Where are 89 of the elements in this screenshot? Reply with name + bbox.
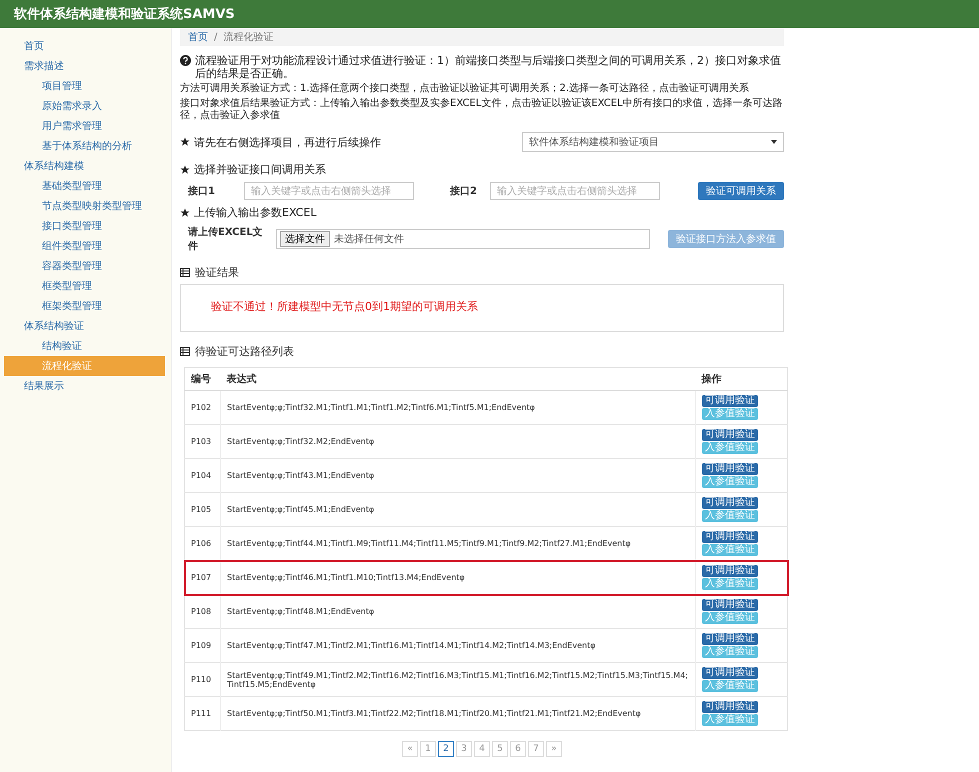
instruction-text: 方法可调用关系验证方式：1.选择任意两个接口类型，点击验证以验证其可调用关系；2.选择一条可达路径，点击验证可调用关系	[180, 83, 750, 95]
table-cell: StartEventφ;φ;Tintf48.M1;EndEventφ	[220, 594, 696, 628]
table-cell: StartEventφ;φ;Tintf46.M1;Tintf1.M10;Tintf13.M4;EndEventφ	[220, 560, 696, 594]
project-select[interactable]: 软件体系结构建模和验证项目	[522, 132, 784, 152]
page-link[interactable]: 6	[510, 741, 526, 757]
row-action-button[interactable]: 可调用验证	[702, 565, 758, 577]
sidebar-item[interactable]: 首页	[4, 36, 171, 56]
field-label: 请上传EXCEL文件	[186, 226, 264, 253]
instruction-text: 接口对象求值后结果验证方式：上传输入输出参数类型及实参EXCEL文件，点击验证以验证该EXCEL中所有接口的求值，选择一条可达路径，点击验证入参求值	[180, 98, 784, 122]
step-label: 上传输入输出参数EXCEL	[194, 205, 316, 220]
row-action-button[interactable]: 可调用验证	[702, 599, 758, 611]
sidebar-item[interactable]: 项目管理	[4, 76, 171, 96]
table-cell: P107	[184, 560, 220, 594]
sidebar-item[interactable]: 框架类型管理	[4, 296, 171, 316]
sidebar-item[interactable]: 基于体系结构的分析	[4, 136, 171, 156]
column-header: 编号	[184, 368, 220, 390]
row-action-button[interactable]: 可调用验证	[702, 497, 758, 509]
table-cell: StartEventφ;φ;Tintf44.M1;Tintf1.M9;Tintf11.M4;Tintf11.M5;Tintf9.M1;Tintf9.M2;Tintf27.M1;EndEventφ	[220, 526, 696, 560]
sidebar-item[interactable]: 原始需求录入	[4, 96, 171, 116]
sidebar-item[interactable]: 基础类型管理	[4, 176, 171, 196]
table-cell: StartEventφ;φ;Tintf32.M2;EndEventφ	[220, 424, 696, 458]
section-title: 验证结果	[195, 265, 239, 280]
file-status: 未选择任何文件	[334, 232, 404, 246]
table-cell: StartEventφ;φ;Tintf43.M1;EndEventφ	[220, 458, 696, 492]
row-action-button[interactable]: 可调用验证	[702, 531, 758, 543]
row-action-button[interactable]: 可调用验证	[702, 701, 758, 713]
row-action-button[interactable]: 可调用验证	[702, 429, 758, 441]
sidebar-item[interactable]: 组件类型管理	[4, 236, 171, 256]
star-icon	[180, 137, 190, 147]
table-cell: P105	[184, 492, 220, 526]
row-action-button[interactable]: 可调用验证	[702, 463, 758, 475]
table-cell: P104	[184, 458, 220, 492]
intro-text: 流程验证用于对功能流程设计通过求值进行验证：1）前端接口类型与后端接口类型之间的可调用关系，2）接口对象求值后的结果是否正确。	[195, 54, 782, 80]
table-cell: StartEventφ;φ;Tintf49.M1;Tintf2.M2;Tintf16.M2;Tintf16.M3;Tintf15.M1;Tintf16.M2;Tintf15.M2;Tintf15.M3;Tintf15.M4;Tintf15.M5;EndEventφ	[220, 662, 696, 696]
table-cell: P106	[184, 526, 220, 560]
page-link[interactable]: 5	[492, 741, 508, 757]
choose-file-button[interactable]: 选择文件	[280, 231, 330, 247]
question-icon	[180, 55, 191, 66]
list-icon	[180, 268, 190, 277]
dropdown-caret-icon	[771, 140, 777, 144]
sidebar-item[interactable]: 结果展示	[4, 376, 171, 396]
row-action-button[interactable]: 可调用验证	[702, 667, 758, 679]
sidebar-item[interactable]: 框类型管理	[4, 276, 171, 296]
page-link[interactable]: 1	[420, 741, 436, 757]
section-title: 待验证可达路径列表	[195, 344, 294, 359]
table-cell: StartEventφ;φ;Tintf47.M1;Tintf2.M1;Tintf16.M1;Tintf14.M1;Tintf14.M2;Tintf14.M3;EndEventφ	[220, 628, 696, 662]
field-label: 接口1	[186, 184, 216, 198]
field-label: 接口2	[448, 184, 478, 198]
row-action-button[interactable]: 可调用验证	[702, 633, 758, 645]
star-icon	[180, 164, 190, 174]
page-link[interactable]: »	[546, 741, 562, 757]
breadcrumb-link[interactable]: 首页	[188, 30, 208, 44]
file-field[interactable]: 选择文件 未选择任何文件	[276, 229, 650, 249]
table-cell: P102	[184, 390, 220, 424]
page-link[interactable]: 2	[438, 741, 454, 757]
breadcrumb-current: 流程化验证	[223, 30, 274, 44]
column-header: 操作	[696, 368, 788, 390]
step-label: 选择并验证接口间调用关系	[194, 162, 326, 177]
table-cell: P108	[184, 594, 220, 628]
sidebar-item[interactable]: 结构验证	[4, 336, 171, 356]
table-cell: P109	[184, 628, 220, 662]
sidebar-item[interactable]: 需求描述	[4, 56, 171, 76]
table-cell: P111	[184, 696, 220, 730]
star-icon	[180, 208, 190, 218]
input-field[interactable]: 输入关键字或点击右侧箭头选择	[244, 182, 414, 200]
page-link[interactable]: 7	[528, 741, 544, 757]
sidebar-item[interactable]: 体系结构建模	[4, 156, 171, 176]
sidebar-item[interactable]: 用户需求管理	[4, 116, 171, 136]
result-message: 验证不通过！所建模型中无节点0到1期望的可调用关系	[211, 300, 478, 313]
table-cell: StartEventφ;φ;Tintf32.M1;Tintf1.M1;Tintf1.M2;Tintf6.M1;Tintf5.M1;EndEventφ	[220, 390, 696, 424]
step-label: 请先在右侧选择项目，再进行后续操作	[194, 134, 381, 150]
sidebar-item[interactable]: 节点类型映射类型管理	[4, 196, 171, 216]
sidebar-item[interactable]: 接口类型管理	[4, 216, 171, 236]
row-action-button[interactable]: 可调用验证	[702, 395, 758, 407]
table-cell: StartEventφ;φ;Tintf45.M1;EndEventφ	[220, 492, 696, 526]
verify-call-button[interactable]: 验证可调用关系	[698, 182, 784, 200]
page-link[interactable]: 3	[456, 741, 472, 757]
app-title: 软件体系结构建模和验证系统SAMVS	[14, 6, 235, 23]
list-icon	[180, 347, 190, 356]
page-link[interactable]: 4	[474, 741, 490, 757]
input-field[interactable]: 输入关键字或点击右侧箭头选择	[490, 182, 660, 200]
page-link[interactable]: «	[402, 741, 418, 757]
sidebar-item[interactable]: 容器类型管理	[4, 256, 171, 276]
table-cell: P110	[184, 662, 220, 696]
table-cell: P103	[184, 424, 220, 458]
table-cell: StartEventφ;φ;Tintf50.M1;Tintf3.M1;Tintf22.M2;Tintf18.M1;Tintf20.M1;Tintf21.M1;Tintf21.M2;EndEventφ	[220, 696, 696, 730]
sidebar-item[interactable]: 体系结构验证	[4, 316, 171, 336]
breadcrumb-separator: /	[214, 32, 218, 42]
column-header: 表达式	[220, 368, 696, 390]
